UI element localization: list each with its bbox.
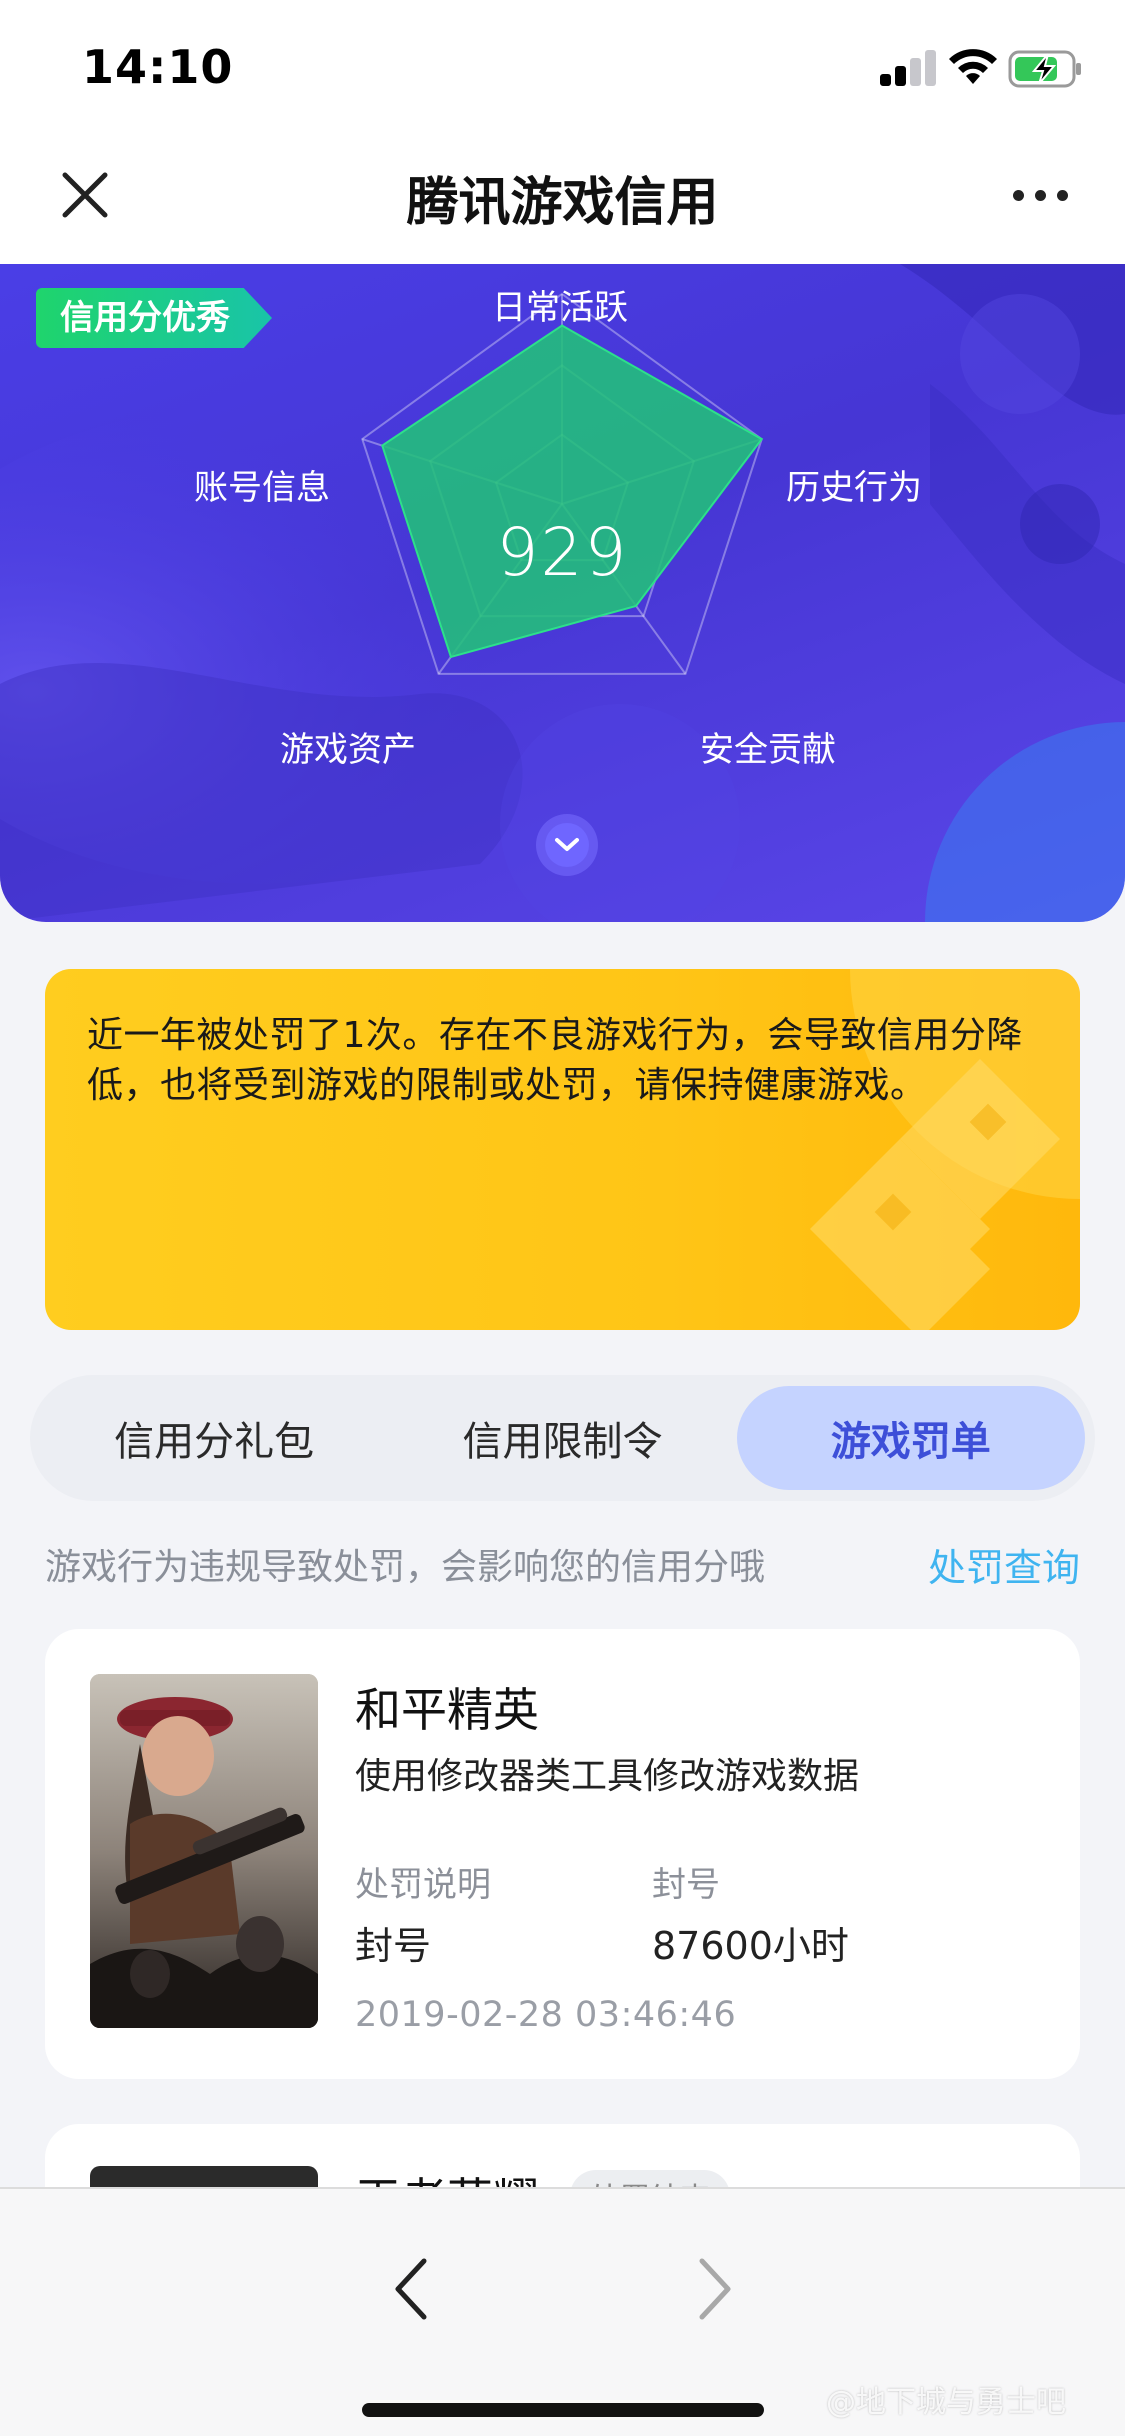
penalty-timestamp: 2019-02-28 03:46:46 xyxy=(355,1995,737,2035)
page-title: 腾讯游戏信用 xyxy=(406,173,719,233)
penalty-query-link[interactable]: 处罚查询 xyxy=(928,1537,1080,1592)
cellular-signal-icon xyxy=(880,50,936,86)
axis-label-assets: 游戏资产 xyxy=(280,730,416,770)
tab-game-penalty[interactable]: 游戏罚单 xyxy=(736,1386,1085,1490)
forward-arrow-icon[interactable] xyxy=(684,2249,746,2329)
penalty-hint-row: 游戏行为违规导致处罚，会影响您的信用分哦 处罚查询 xyxy=(45,1538,1080,1590)
status-time: 14:10 xyxy=(82,40,234,94)
back-arrow-icon[interactable] xyxy=(380,2249,442,2329)
tab-credit-restriction[interactable]: 信用限制令 xyxy=(388,1386,736,1490)
credit-radar-panel: 信用分优秀 日常活跃 历史行为 安全贡献 游戏资产 账号信息 929 xyxy=(0,264,1125,922)
axis-label-account: 账号信息 xyxy=(194,468,330,508)
credit-score: 929 xyxy=(496,514,629,591)
tab-credit-gift[interactable]: 信用分礼包 xyxy=(40,1386,388,1490)
penalty-record-card[interactable]: 和平精英 使用修改器类工具修改游戏数据 处罚说明 封号 封号 87600小时 2… xyxy=(45,1629,1080,2079)
more-options-button[interactable] xyxy=(1000,180,1080,210)
penalty-desc-label: 处罚说明 xyxy=(355,1865,491,1905)
penalty-hint: 游戏行为违规导致处罚，会影响您的信用分哦 xyxy=(45,1547,766,1588)
top-bar: 14:10 腾讯游戏信用 xyxy=(0,0,1125,264)
radar-score-area xyxy=(381,324,764,659)
penalty-type-label: 封号 xyxy=(652,1865,720,1905)
game-name: 和平精英 xyxy=(355,1683,539,1737)
battery-charging-icon xyxy=(1008,50,1081,88)
chevron-down-icon xyxy=(545,823,589,867)
credit-level-badge: 信用分优秀 xyxy=(36,288,272,348)
watermark: @地下城与勇士吧 xyxy=(826,2385,1066,2420)
tab-bar: 信用分礼包 信用限制令 游戏罚单 xyxy=(30,1375,1095,1501)
home-indicator[interactable] xyxy=(362,2403,764,2417)
axis-label-history: 历史行为 xyxy=(786,468,922,508)
notice-text: 近一年被处罚了1次。存在不良游戏行为，会导致信用分降低，也将受到游戏的限制或处罚… xyxy=(87,1015,1023,1106)
penalty-reason: 使用修改器类工具修改游戏数据 xyxy=(355,1756,860,1797)
axis-label-daily: 日常活跃 xyxy=(492,288,628,328)
axis-label-security: 安全贡献 xyxy=(700,730,836,770)
dot-icon xyxy=(1012,189,1024,201)
penalty-duration: 87600小时 xyxy=(652,1924,849,1968)
game-cover-image xyxy=(90,1674,318,2028)
penalty-notice-card: 近一年被处罚了1次。存在不良游戏行为，会导致信用分降低，也将受到游戏的限制或处罚… xyxy=(45,969,1080,1330)
penalty-desc-value: 封号 xyxy=(355,1924,432,1968)
dot-icon xyxy=(1056,189,1068,201)
browser-toolbar: @地下城与勇士吧 xyxy=(0,2187,1125,2436)
dot-icon xyxy=(1034,189,1046,201)
wifi-icon xyxy=(949,49,997,84)
expand-button[interactable] xyxy=(536,814,598,876)
